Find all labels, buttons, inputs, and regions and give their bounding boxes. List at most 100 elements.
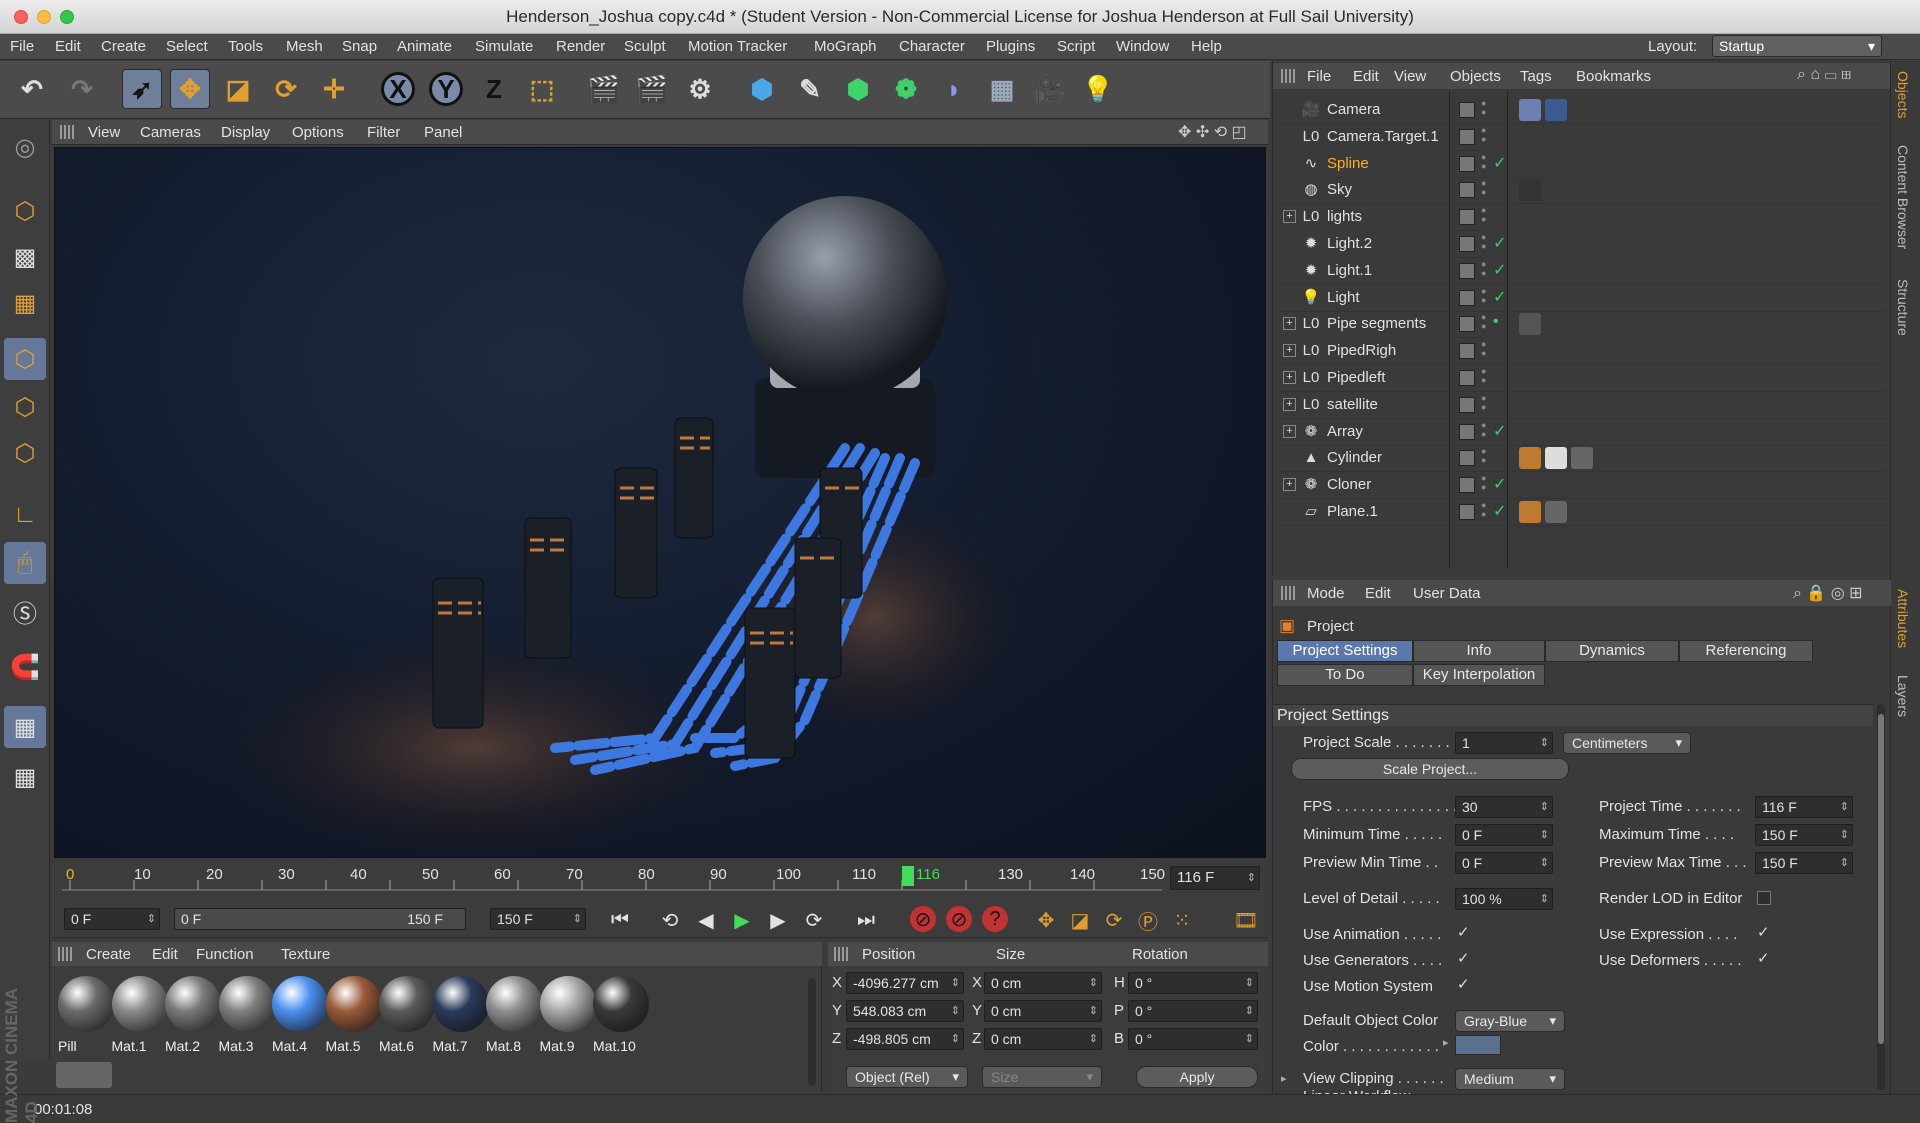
start-frame-field[interactable]: 0 F — [64, 908, 160, 930]
render-view-icon[interactable]: 🎬 — [584, 69, 624, 109]
menu-character[interactable]: Character — [899, 38, 965, 55]
panel-grip-icon[interactable] — [1281, 69, 1295, 83]
layout-select[interactable]: Startup — [1712, 35, 1882, 57]
object-name[interactable]: Cylinder — [1327, 449, 1382, 466]
object-menu-tags[interactable]: Tags — [1520, 68, 1552, 85]
enabled-check-icon[interactable]: ✓ — [1493, 474, 1506, 494]
menu-file[interactable]: File — [10, 38, 34, 55]
scale-tool-icon[interactable]: ◪ — [218, 69, 258, 109]
menu-edit[interactable]: Edit — [55, 38, 81, 55]
menu-window[interactable]: Window — [1116, 38, 1169, 55]
material-swatch[interactable]: Mat.4 — [270, 974, 330, 1056]
x-axis-lock[interactable]: X — [378, 69, 418, 109]
attr-scroll-thumb[interactable] — [1878, 714, 1884, 1044]
viewport-menu-view[interactable]: View — [88, 124, 120, 141]
use-motion-checkbox[interactable]: ✓ — [1457, 977, 1471, 992]
playhead[interactable] — [902, 866, 914, 886]
object-name[interactable]: Light.2 — [1327, 235, 1372, 252]
use-expression-checkbox[interactable]: ✓ — [1757, 925, 1771, 940]
texture-mode-icon[interactable]: ▩ — [4, 236, 46, 278]
object-row[interactable]: + L0 satellite ● ● — [1279, 392, 1885, 419]
locked-workplane-icon[interactable]: ▦ — [4, 706, 46, 748]
keyframe-selection-icon[interactable]: ? — [982, 906, 1008, 932]
material-tag-icon[interactable] — [1571, 447, 1593, 470]
select-tool-icon[interactable]: ➶ — [122, 69, 162, 109]
object-name[interactable]: Spline — [1327, 155, 1369, 172]
enabled-check-icon[interactable]: ✓ — [1493, 501, 1506, 521]
min-time-field[interactable]: 0 F — [1455, 824, 1553, 846]
editor-render-toggle-icon[interactable]: ● ● — [1481, 259, 1489, 278]
use-animation-checkbox[interactable]: ✓ — [1457, 925, 1471, 940]
autokeying-icon[interactable]: ⊘ — [946, 906, 972, 932]
scale-project-button[interactable]: Scale Project... — [1291, 758, 1569, 780]
editor-render-toggle-icon[interactable]: ● ● — [1481, 206, 1489, 224]
material-menu-edit[interactable]: Edit — [152, 946, 178, 963]
protection-tag-icon[interactable] — [1545, 99, 1567, 121]
coordinate-system-icon[interactable]: ⬚ — [522, 69, 562, 109]
tab-dynamics[interactable]: Dynamics — [1545, 640, 1679, 662]
object-toolbar-icons[interactable]: ⌕ ⌂ ▭ ⊞ — [1797, 66, 1851, 84]
material-swatch[interactable]: Mat.10 — [591, 974, 651, 1056]
zoom-button[interactable] — [60, 10, 74, 24]
viewport-menu-panel[interactable]: Panel — [424, 124, 462, 141]
tab-referencing[interactable]: Referencing — [1679, 640, 1813, 662]
menu-mograph[interactable]: MoGraph — [814, 38, 877, 55]
previous-key-icon[interactable]: ⟲ — [656, 906, 684, 934]
key-scale-icon[interactable]: ◪ — [1066, 906, 1094, 934]
lod-field[interactable]: 100 % — [1455, 888, 1553, 910]
move-tool-icon[interactable]: ✥ — [170, 69, 210, 109]
viewport-menu-cameras[interactable]: Cameras — [140, 124, 201, 141]
frame-range-slider[interactable]: 0 F 150 F — [174, 908, 466, 930]
end-frame-field[interactable]: 150 F — [490, 908, 586, 930]
attr-toolbar-icons[interactable]: ⌕ 🔒 ◎ ⊞ — [1793, 583, 1863, 603]
key-position-icon[interactable]: ✥ — [1032, 906, 1060, 934]
material-tag-icon[interactable] — [1545, 501, 1567, 523]
project-time-field[interactable]: 116 F — [1755, 796, 1853, 818]
object-row[interactable]: ▱ Plane.1 ● ● ✓ — [1279, 499, 1885, 526]
subdivision-icon[interactable]: ⬢ — [838, 69, 878, 109]
menu-help[interactable]: Help — [1191, 38, 1222, 55]
viewport-menu-filter[interactable]: Filter — [367, 124, 400, 141]
floor-icon[interactable]: ▦ — [982, 69, 1022, 109]
phong-tag-icon[interactable] — [1519, 447, 1541, 470]
layer-visibility-icon[interactable] — [1459, 450, 1475, 467]
editor-render-toggle-icon[interactable]: ● ● — [1481, 474, 1489, 492]
enabled-check-icon[interactable]: • — [1493, 313, 1499, 331]
size-field[interactable]: 0 cm — [984, 1028, 1102, 1050]
attr-menu-edit[interactable]: Edit — [1365, 585, 1391, 602]
layer-visibility-icon[interactable] — [1459, 343, 1475, 360]
object-row[interactable]: + L0 Pipe segments ● ● • — [1279, 311, 1885, 339]
viewport-menu-display[interactable]: Display — [221, 124, 270, 141]
layer-visibility-icon[interactable] — [1459, 236, 1475, 252]
expand-toggle-icon[interactable]: + — [1283, 424, 1296, 438]
attr-scrollbar[interactable] — [1877, 704, 1885, 1090]
layer-visibility-icon[interactable] — [1459, 289, 1475, 306]
material-swatch[interactable]: Mat.2 — [163, 974, 223, 1056]
menu-sculpt[interactable]: Sculpt — [624, 38, 666, 55]
undo-icon[interactable]: ↶ — [12, 69, 52, 109]
rotation-field[interactable]: 0 ° — [1128, 972, 1258, 994]
editor-render-toggle-icon[interactable]: ● ● — [1481, 99, 1489, 117]
editor-render-toggle-icon[interactable]: ● ● — [1481, 233, 1489, 251]
tab-attributes[interactable]: Attributes — [1895, 589, 1911, 648]
enabled-check-icon[interactable]: ✓ — [1493, 260, 1506, 280]
use-generators-checkbox[interactable]: ✓ — [1457, 951, 1471, 966]
minimize-button[interactable] — [37, 10, 51, 24]
tab-objects[interactable]: Objects — [1895, 71, 1911, 118]
editor-render-toggle-icon[interactable]: ● ● — [1481, 393, 1489, 412]
project-scale-field[interactable]: 1 — [1455, 732, 1553, 754]
editor-render-toggle-icon[interactable]: ● ● — [1481, 447, 1489, 465]
record-keys-icon[interactable]: ⊘ — [910, 906, 936, 932]
object-row[interactable]: + ❁ Array ● ● ✓ — [1279, 419, 1885, 446]
position-field[interactable]: -498.805 cm — [846, 1028, 964, 1050]
menu-simulate[interactable]: Simulate — [475, 38, 533, 55]
object-row[interactable]: L0 Camera.Target.1 ● ● — [1279, 124, 1885, 151]
expand-arrow-icon[interactable]: ▸ — [1443, 1036, 1449, 1049]
points-mode-icon[interactable]: ⬡ — [4, 338, 46, 380]
object-row[interactable]: ✹ Light.1 ● ● ✓ — [1279, 258, 1885, 285]
size-field[interactable]: 0 cm — [984, 1000, 1102, 1022]
rotation-field[interactable]: 0 ° — [1128, 1000, 1258, 1022]
checker-tag-icon[interactable] — [1545, 447, 1567, 470]
panel-grip-icon[interactable] — [834, 947, 848, 961]
object-row[interactable]: ▲ Cylinder ● ● — [1279, 445, 1885, 473]
